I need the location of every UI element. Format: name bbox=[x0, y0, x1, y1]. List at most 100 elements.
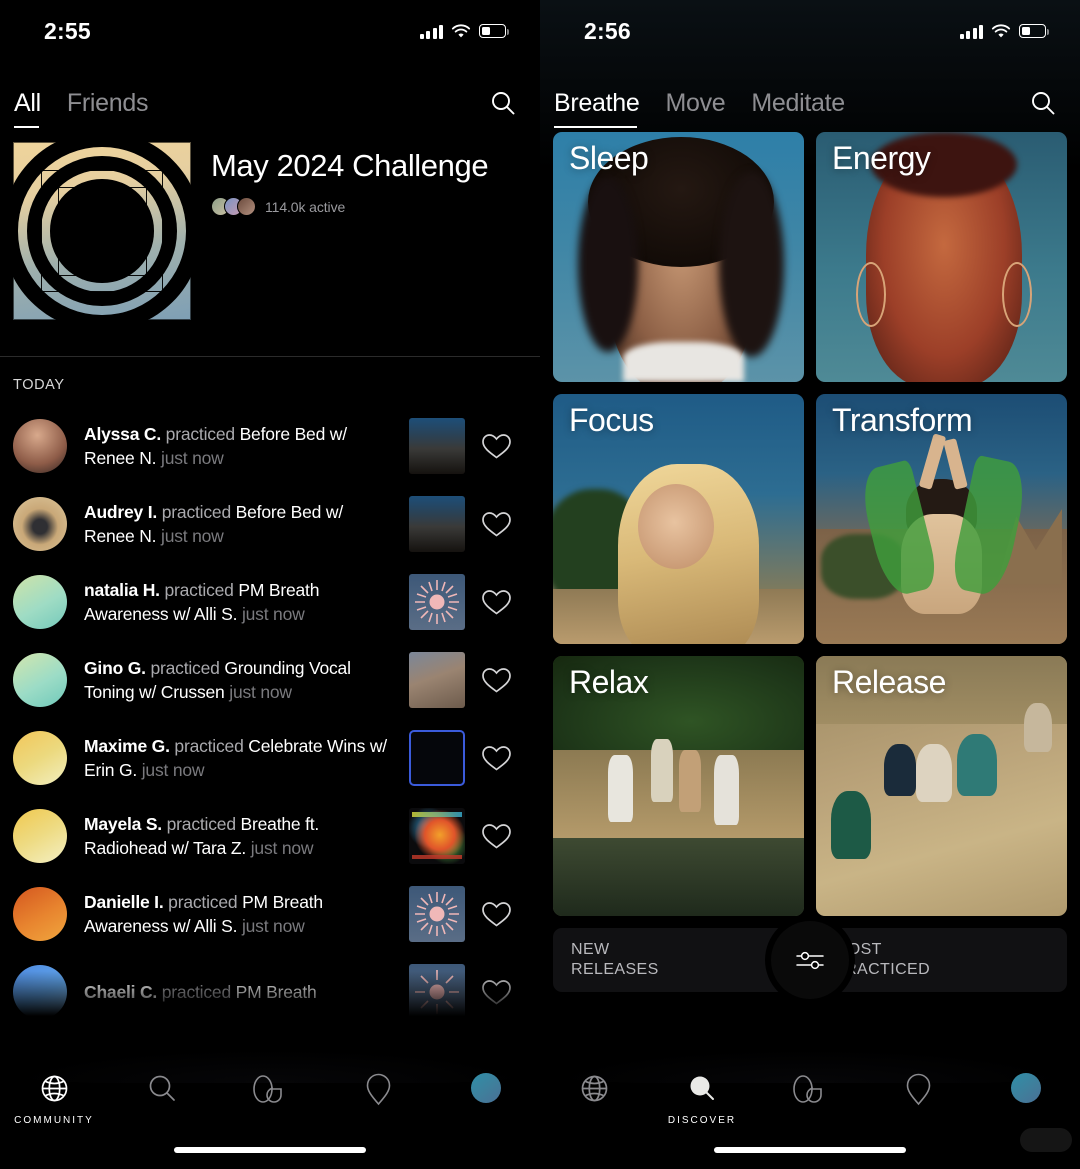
challenge-active-count: 114.0k active bbox=[265, 198, 346, 215]
sidebar-item-discover[interactable] bbox=[108, 1073, 216, 1104]
avatar bbox=[13, 731, 67, 785]
app-watermark bbox=[1020, 1128, 1072, 1152]
list-item[interactable]: Maxime G. practiced Celebrate Wins w/ Er… bbox=[0, 719, 540, 797]
shortcut-new-releases[interactable]: NEW RELEASES bbox=[553, 928, 804, 992]
challenge-artwork bbox=[13, 142, 191, 320]
card-transform[interactable]: Transform bbox=[816, 394, 1067, 644]
heart-icon[interactable] bbox=[465, 822, 527, 850]
cellular-bars-icon bbox=[419, 24, 443, 39]
activity-text: Maxime G. practiced Celebrate Wins w/ Er… bbox=[84, 736, 387, 780]
session-thumbnail[interactable] bbox=[409, 418, 465, 474]
tab-move[interactable]: Move bbox=[665, 89, 725, 128]
heart-icon[interactable] bbox=[465, 744, 527, 772]
card-label: Sleep bbox=[569, 140, 649, 176]
session-thumbnail[interactable] bbox=[409, 730, 465, 786]
session-thumbnail[interactable] bbox=[409, 964, 465, 1020]
user-name: Mayela S. bbox=[84, 814, 162, 834]
heart-icon[interactable] bbox=[465, 588, 527, 616]
activity-text: Audrey I. practiced Before Bed w/ Renee … bbox=[84, 502, 343, 546]
list-item[interactable]: Mayela S. practiced Breathe ft. Radiohea… bbox=[0, 797, 540, 875]
search-icon bbox=[690, 1076, 714, 1100]
list-item[interactable]: Gino G. practiced Grounding Vocal Toning… bbox=[0, 641, 540, 719]
user-name: Gino G. bbox=[84, 658, 146, 678]
status-clock: 2:56 bbox=[584, 17, 631, 44]
card-energy[interactable]: Energy bbox=[816, 132, 1067, 382]
section-header-today: TODAY bbox=[13, 377, 65, 393]
user-name: Alyssa C. bbox=[84, 424, 161, 444]
session-thumbnail[interactable] bbox=[409, 496, 465, 552]
heart-icon[interactable] bbox=[465, 432, 527, 460]
heart-icon[interactable] bbox=[465, 978, 527, 1006]
list-item[interactable]: Chaeli C. practiced PM Breath bbox=[0, 953, 540, 1031]
heart-icon[interactable] bbox=[465, 666, 527, 694]
discover-screen: 2:56 Breathe Move Meditate Sleep Energy … bbox=[540, 0, 1080, 1169]
battery-icon bbox=[479, 24, 509, 38]
status-bar-right: 2:56 bbox=[540, 0, 1080, 62]
sidebar-item-location[interactable] bbox=[324, 1073, 432, 1106]
sidebar-item-profile[interactable] bbox=[432, 1073, 540, 1103]
battery-icon bbox=[1019, 24, 1049, 38]
community-screen: 2:55 All Friends May 2024 Challenge 114.… bbox=[0, 0, 540, 1169]
list-item[interactable]: Danielle I. practiced PM Breath Awarenes… bbox=[0, 875, 540, 953]
avatar bbox=[13, 575, 67, 629]
heart-icon[interactable] bbox=[465, 900, 527, 928]
search-icon[interactable] bbox=[490, 90, 526, 128]
avatar bbox=[13, 419, 67, 473]
card-label: Relax bbox=[569, 664, 649, 700]
session-thumbnail[interactable] bbox=[409, 574, 465, 630]
tab-label-community: COMMUNITY bbox=[14, 1115, 94, 1126]
tab-friends[interactable]: Friends bbox=[67, 89, 149, 128]
search-icon bbox=[149, 1075, 175, 1101]
challenge-banner[interactable]: May 2024 Challenge 114.0k active bbox=[0, 128, 540, 320]
card-sleep[interactable]: Sleep bbox=[553, 132, 804, 382]
sidebar-item-profile[interactable] bbox=[972, 1073, 1080, 1103]
tab-label-discover: DISCOVER bbox=[667, 1115, 737, 1126]
shortcut-strip: NEW RELEASES MOST PRACTICED bbox=[540, 921, 1080, 999]
activity-feed: Alyssa C. practiced Before Bed w/ Renee … bbox=[0, 393, 540, 1031]
sidebar-item-breathe[interactable] bbox=[756, 1073, 864, 1105]
sidebar-item-breathe[interactable] bbox=[216, 1073, 324, 1105]
home-indicator bbox=[714, 1147, 906, 1153]
avatar bbox=[13, 965, 67, 1019]
session-thumbnail[interactable] bbox=[409, 886, 465, 942]
avatar-icon bbox=[471, 1073, 501, 1103]
card-focus[interactable]: Focus bbox=[553, 394, 804, 644]
sliders-icon bbox=[796, 951, 824, 970]
globe-icon bbox=[581, 1075, 607, 1102]
location-pin-icon bbox=[366, 1073, 390, 1106]
shortcut-line2: RELEASES bbox=[571, 961, 659, 978]
sidebar-item-location[interactable] bbox=[864, 1073, 972, 1106]
card-label: Energy bbox=[832, 140, 931, 176]
list-item[interactable]: Alyssa C. practiced Before Bed w/ Renee … bbox=[0, 407, 540, 485]
activity-text: Danielle I. practiced PM Breath Awarenes… bbox=[84, 892, 323, 936]
cellular-bars-icon bbox=[959, 24, 983, 39]
card-relax[interactable]: Relax bbox=[553, 656, 804, 916]
user-name: natalia H. bbox=[84, 580, 160, 600]
tab-all[interactable]: All bbox=[14, 89, 41, 128]
tab-breathe[interactable]: Breathe bbox=[554, 89, 640, 128]
location-pin-icon bbox=[906, 1073, 930, 1106]
user-name: Audrey I. bbox=[84, 502, 158, 522]
status-clock: 2:55 bbox=[44, 17, 91, 44]
list-item[interactable]: natalia H. practiced PM Breath Awareness… bbox=[0, 563, 540, 641]
home-indicator bbox=[174, 1147, 366, 1153]
sidebar-item-community[interactable] bbox=[540, 1073, 648, 1104]
session-thumbnail[interactable] bbox=[409, 808, 465, 864]
sidebar-item-discover[interactable]: DISCOVER bbox=[648, 1073, 756, 1126]
avatar-icon bbox=[1011, 1073, 1041, 1103]
globe-icon bbox=[41, 1075, 67, 1102]
sidebar-item-community[interactable]: COMMUNITY bbox=[0, 1073, 108, 1126]
list-item[interactable]: Audrey I. practiced Before Bed w/ Renee … bbox=[0, 485, 540, 563]
avatar bbox=[13, 497, 67, 551]
search-icon[interactable] bbox=[1030, 90, 1066, 128]
shortcut-most-practiced[interactable]: MOST PRACTICED bbox=[816, 928, 1067, 992]
breathe-icon bbox=[253, 1075, 282, 1103]
avatar bbox=[13, 887, 67, 941]
breathe-icon bbox=[793, 1075, 822, 1103]
tab-meditate[interactable]: Meditate bbox=[751, 89, 845, 128]
category-tabs: Breathe Move Meditate bbox=[540, 62, 1080, 128]
session-thumbnail[interactable] bbox=[409, 652, 465, 708]
card-release[interactable]: Release bbox=[816, 656, 1067, 916]
heart-icon[interactable] bbox=[465, 510, 527, 538]
filter-button[interactable] bbox=[771, 921, 849, 999]
